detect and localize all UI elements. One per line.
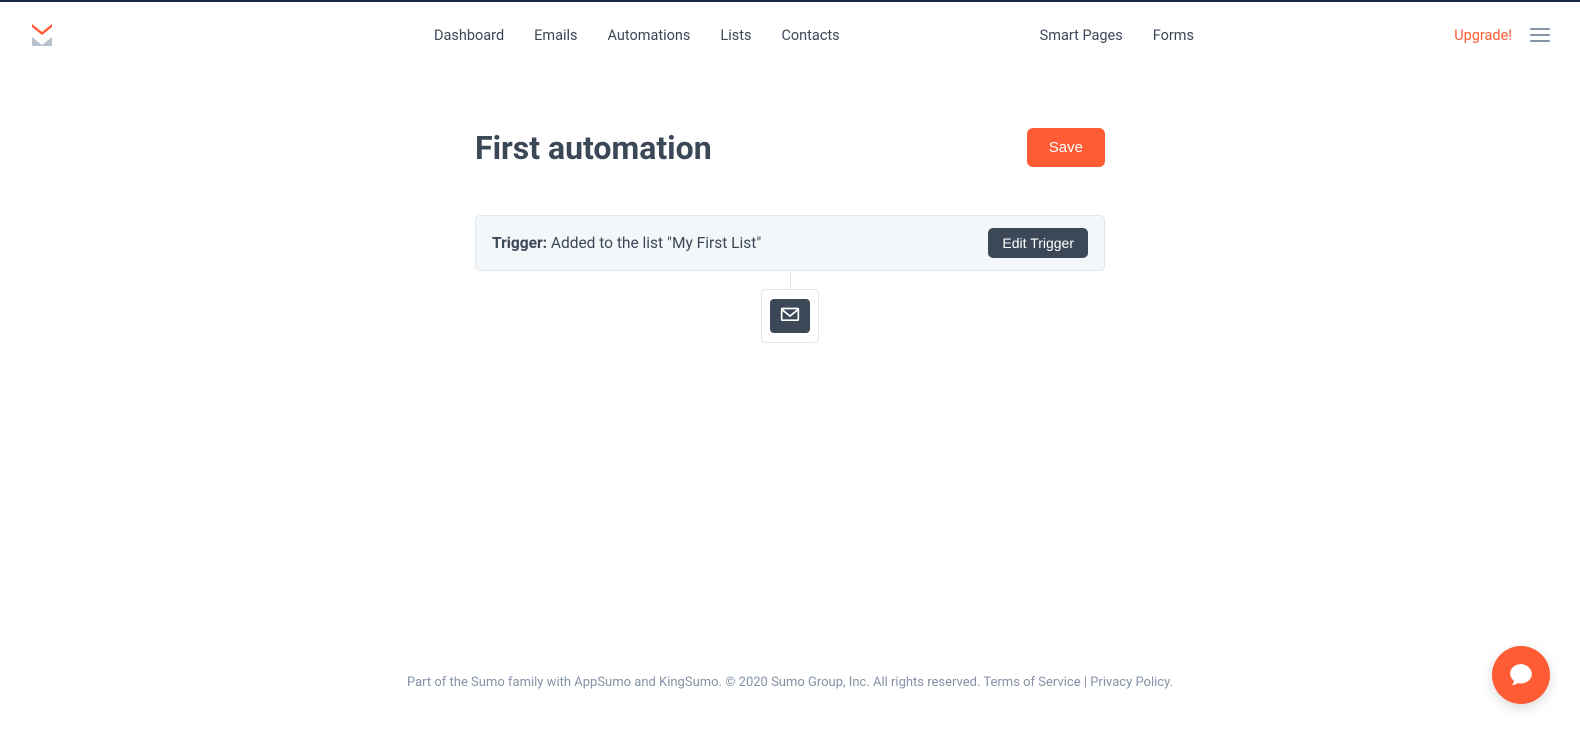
mail-icon xyxy=(770,299,810,333)
add-email-step[interactable] xyxy=(761,289,819,343)
footer: Part of the Sumo family with AppSumo and… xyxy=(0,675,1580,690)
trigger-description: Added to the list "My First List" xyxy=(547,234,761,252)
chat-icon xyxy=(1508,662,1534,688)
primary-nav: Dashboard Emails Automations Lists Conta… xyxy=(434,27,840,44)
nav-dashboard[interactable]: Dashboard xyxy=(434,27,504,44)
terms-link[interactable]: Terms of Service xyxy=(983,675,1080,690)
header: Dashboard Emails Automations Lists Conta… xyxy=(0,2,1580,68)
nav-lists[interactable]: Lists xyxy=(720,27,751,44)
nav-automations[interactable]: Automations xyxy=(608,27,691,44)
trigger-label: Trigger: xyxy=(492,234,547,252)
title-bar: First automation Save xyxy=(475,128,1105,167)
save-button[interactable]: Save xyxy=(1027,128,1105,167)
nav-forms[interactable]: Forms xyxy=(1153,27,1194,44)
upgrade-link[interactable]: Upgrade! xyxy=(1454,27,1512,44)
chat-button[interactable] xyxy=(1492,646,1550,704)
trigger-card: Trigger: Added to the list "My First Lis… xyxy=(475,215,1105,271)
nav-emails[interactable]: Emails xyxy=(534,27,577,44)
edit-trigger-button[interactable]: Edit Trigger xyxy=(988,228,1088,258)
footer-sep: | xyxy=(1081,675,1091,690)
footer-suffix: . xyxy=(1170,675,1173,690)
logo-icon[interactable] xyxy=(30,23,54,47)
nav-contacts[interactable]: Contacts xyxy=(781,27,839,44)
footer-text: Part of the Sumo family with AppSumo and… xyxy=(407,675,983,690)
flow-connector xyxy=(790,271,791,289)
privacy-link[interactable]: Privacy Policy xyxy=(1090,675,1169,690)
nav-smart-pages[interactable]: Smart Pages xyxy=(1040,27,1123,44)
main-content: First automation Save Trigger: Added to … xyxy=(475,128,1105,343)
secondary-nav: Smart Pages Forms xyxy=(1040,27,1194,44)
trigger-text: Trigger: Added to the list "My First Lis… xyxy=(492,234,761,252)
page-title: First automation xyxy=(475,129,712,167)
menu-icon[interactable] xyxy=(1530,28,1550,42)
